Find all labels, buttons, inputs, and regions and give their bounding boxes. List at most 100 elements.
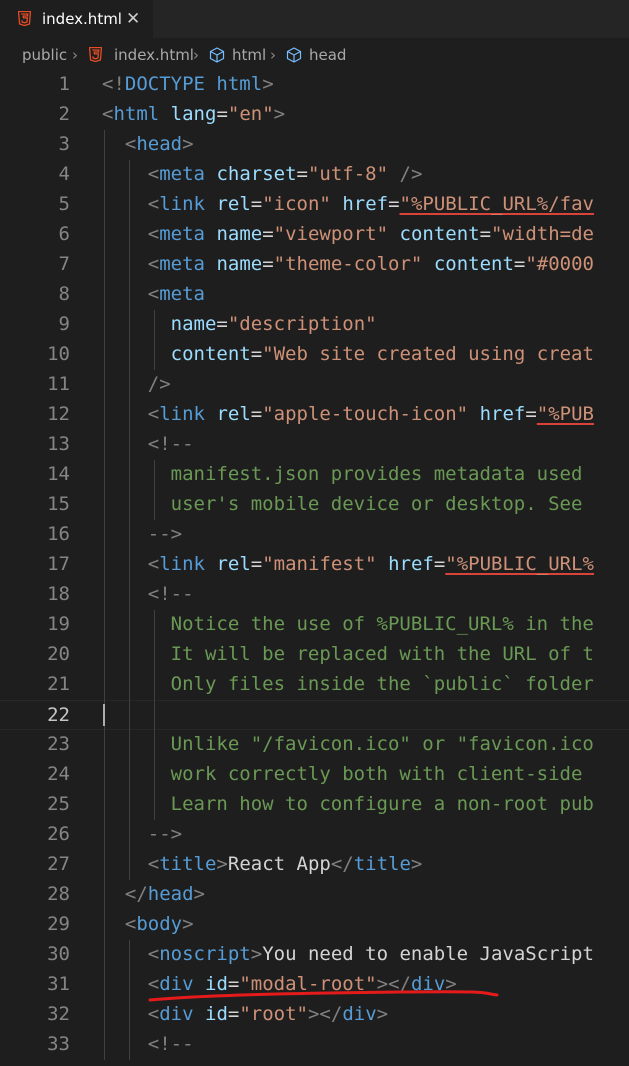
code-line[interactable]: 9 name="description" [0,310,629,340]
code-token: > [262,73,274,95]
code-token: manifest.json provides metadata used [102,463,583,485]
code-token: body [136,913,183,935]
code-token: meta [159,283,205,305]
code-line[interactable]: 24 work correctly both with client-side [0,760,629,790]
code-token: = [250,553,263,575]
code-line[interactable]: 32 <div id="root"></div> [0,1000,629,1030]
code-line[interactable]: 27 <title>React App</title> [0,850,629,880]
line-number: 32 [47,1003,70,1025]
code-token: "modal-root" [239,973,377,995]
indent-guide [129,160,130,880]
code-line[interactable]: 4 <meta charset="utf-8" /> [0,160,629,190]
line-number: 33 [47,1033,70,1055]
code-line[interactable]: 10 content="Web site created using creat [0,340,629,370]
line-number: 23 [47,733,70,755]
code-editor[interactable]: 1 <!DOCTYPE html> 2 <html lang="en"> 3 <head… [0,70,629,1066]
code-line[interactable]: 21 Only files inside the `public` folder [0,670,629,700]
code-line[interactable]: 1 <!DOCTYPE html> [0,70,629,100]
code-line[interactable]: 6 <meta name="viewport" content="width=d… [0,220,629,250]
line-number: 15 [47,493,70,515]
code-token: noscript [159,943,251,965]
code-token: > [376,1003,389,1025]
line-number: 28 [47,883,70,905]
code-token: = [296,163,308,185]
code-line[interactable]: 5 <link rel="icon" href="%PUBLIC_URL%/fa… [0,190,629,220]
code-line[interactable]: 18 <!-- [0,580,629,610]
code-token: title [159,853,217,875]
code-line[interactable]: 26 --> [0,820,629,850]
indent-guide [154,460,155,520]
breadcrumb-item-head[interactable]: head [309,46,346,64]
line-number: 9 [58,313,70,335]
code-token: "icon" [262,193,331,215]
code-line[interactable]: 11 /> [0,370,629,400]
line-number: 13 [47,433,70,455]
breadcrumb-item-file[interactable]: index.html [114,46,194,64]
line-number: 21 [47,673,70,695]
code-line[interactable]: 31 <div id="modal-root"></div> [0,970,629,1000]
code-token: = [227,973,240,995]
code-line[interactable]: 14 manifest.json provides metadata used [0,460,629,490]
line-code: <link rel="manifest" href="%PUBLIC_URL% [102,553,594,575]
code-line[interactable]: 25 Learn how to configure a non-root pub [0,790,629,820]
code-token: </ [124,883,148,905]
line-code: <meta [102,283,205,305]
code-line[interactable]: 33 <!-- [0,1030,629,1060]
code-token: "root" [239,1003,308,1025]
text-cursor [103,704,105,726]
line-number: 26 [47,823,70,845]
code-token: meta [159,223,205,245]
code-line[interactable]: 3 <head> [0,130,629,160]
code-token: "%PUBLIC_URL% [445,553,594,575]
line-code: --> [102,523,182,545]
code-line[interactable]: 19 Notice the use of %PUBLIC_URL% in the [0,610,629,640]
code-line[interactable]: 8 <meta [0,280,629,310]
line-number: 10 [47,343,70,365]
code-token: div [159,973,194,995]
line-code: </head> [102,883,205,905]
code-line[interactable]: 20 It will be replaced with the URL of t [0,640,629,670]
line-number: 25 [47,793,70,815]
code-line[interactable]: 16 --> [0,520,629,550]
tab-index-html[interactable]: index.html ✕ [0,0,153,38]
breadcrumb-item-html[interactable]: html [232,46,266,64]
code-line[interactable]: 28 </head> [0,880,629,910]
code-token: div [410,973,446,995]
code-token: > [250,943,263,965]
code-token: < [102,103,114,125]
breadcrumb-item-public[interactable]: public [22,46,67,64]
code-token: = [433,553,446,575]
code-line[interactable]: 17 <link rel="manifest" href="%PUBLIC_UR… [0,550,629,580]
code-token: "en" [227,103,274,125]
code-token: = [479,223,492,245]
line-number: 30 [47,943,70,965]
code-token: link [159,553,205,575]
code-line[interactable]: 23 Unlike "/favicon.ico" or "favicon.ico [0,730,629,760]
line-number: 1 [58,73,70,95]
code-token: html [216,73,263,95]
code-token: "theme-color" [273,253,423,275]
code-line[interactable]: 30 <noscript>You need to enable JavaScri… [0,940,629,970]
code-line[interactable]: 2 <html lang="en"> [0,100,629,130]
line-number: 6 [58,223,70,245]
code-token: content [170,343,251,365]
code-token: < [124,913,137,935]
code-token: href [342,193,389,215]
code-line[interactable]: 13 <!-- [0,430,629,460]
code-token: Notice the use of %PUBLIC_URL% in the [102,613,594,635]
code-line[interactable]: 22 [0,700,629,730]
code-line[interactable]: 7 <meta name="theme-color" content="#000… [0,250,629,280]
code-line[interactable]: 12 <link rel="apple-touch-icon" href="%P… [0,400,629,430]
breadcrumb: public › index.html › html › head [0,38,629,70]
line-code: <link rel="icon" href="%PUBLIC_URL%/fav [102,193,594,215]
code-line[interactable]: 29 <body> [0,910,629,940]
code-line[interactable]: 15 user's mobile device or desktop. See [0,490,629,520]
close-icon[interactable]: ✕ [126,9,140,29]
code-token: </ [330,853,354,875]
